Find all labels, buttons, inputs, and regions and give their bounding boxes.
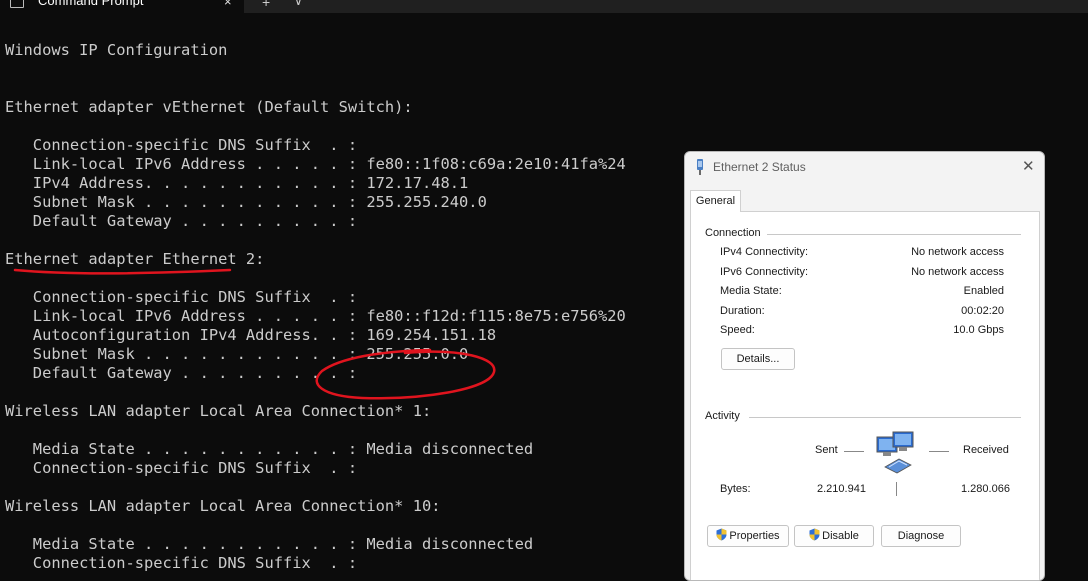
dialog-title: Ethernet 2 Status (713, 160, 806, 174)
disable-button[interactable]: Disable (794, 525, 874, 547)
connection-row-label: IPv6 Connectivity: (720, 265, 809, 278)
properties-label: Properties (729, 530, 780, 542)
terminal-line: Default Gateway . . . . . . . . . : (5, 212, 358, 230)
terminal-line: Connection-specific DNS Suffix . : (5, 136, 358, 154)
terminal-line: Connection-specific DNS Suffix . : (5, 459, 358, 477)
details-button[interactable]: Details... (721, 348, 795, 370)
ethernet-status-dialog: Ethernet 2 Status ✕ General Connection I… (684, 151, 1045, 581)
connection-row-label: Speed: (720, 324, 755, 336)
terminal-line: Link-local IPv6 Address . . . . . : fe80… (5, 307, 626, 325)
connection-row-value: No network access (911, 246, 1004, 258)
activity-heading: Activity (705, 410, 740, 422)
connection-row-label: Duration: (720, 304, 765, 317)
properties-button[interactable]: Properties (707, 525, 789, 547)
general-tab-panel: Connection IPv4 Connectivity: No network … (690, 211, 1040, 580)
terminal-line: Ethernet adapter vEthernet (Default Swit… (5, 98, 413, 116)
connection-row-value: Enabled (963, 285, 1004, 297)
connection-row-value: 10.0 Gbps (953, 324, 1004, 336)
terminal-line: Windows IP Configuration (5, 41, 228, 59)
uac-shield-icon (716, 528, 727, 541)
bytes-label: Bytes: (720, 483, 751, 495)
sent-line (844, 451, 864, 452)
terminal-line: Media State . . . . . . . . . . . : Medi… (5, 440, 534, 458)
terminal-icon (10, 0, 24, 8)
terminal-line: Subnet Mask . . . . . . . . . . . : 255.… (5, 193, 487, 211)
bytes-separator (896, 482, 897, 496)
received-line (929, 451, 949, 452)
terminal-line: Autoconfiguration IPv4 Address. . : 169.… (5, 326, 497, 344)
diagnose-button[interactable]: Diagnose (881, 525, 961, 547)
terminal-line: Media State . . . . . . . . . . . : Medi… (5, 535, 534, 553)
terminal-line: Wireless LAN adapter Local Area Connecti… (5, 497, 441, 515)
tab-general[interactable]: General (690, 190, 741, 212)
terminal-line: Ethernet adapter Ethernet 2: (5, 250, 265, 268)
connection-row-label: Media State: (720, 285, 782, 297)
network-computers-icon (876, 431, 914, 474)
terminal-tab-bar: Command Prompt × + ∨ (0, 0, 1088, 13)
connection-row-value: No network access (911, 265, 1004, 278)
tab-command-prompt[interactable]: Command Prompt × (0, 0, 244, 13)
received-label: Received (963, 444, 1009, 456)
bytes-received-value: 1.280.066 (961, 483, 1010, 495)
connection-row-value: 00:02:20 (961, 304, 1004, 317)
connection-divider (767, 234, 1021, 235)
tab-title: Command Prompt (38, 0, 144, 8)
terminal-line: Subnet Mask . . . . . . . . . . . : 255.… (5, 345, 469, 363)
terminal-line: IPv4 Address. . . . . . . . . . . : 172.… (5, 174, 469, 192)
network-adapter-icon (697, 159, 703, 175)
disable-label: Disable (822, 530, 859, 542)
bytes-sent-value: 2.210.941 (817, 483, 866, 495)
terminal-line: Connection-specific DNS Suffix . : (5, 554, 358, 572)
terminal-line: Wireless LAN adapter Local Area Connecti… (5, 402, 432, 420)
sent-label: Sent (815, 444, 838, 456)
tab-close-button[interactable]: × (224, 0, 232, 9)
terminal-output[interactable]: Windows IP Configuration Ethernet adapter… (5, 41, 626, 573)
close-icon[interactable]: ✕ (1022, 157, 1035, 175)
tab-dropdown-button[interactable]: ∨ (294, 0, 303, 8)
terminal-line: Default Gateway . . . . . . . . . : (5, 364, 358, 382)
terminal-line: Connection-specific DNS Suffix . : (5, 288, 358, 306)
new-tab-button[interactable]: + (262, 0, 270, 10)
uac-shield-icon (809, 528, 820, 541)
connection-heading: Connection (705, 227, 761, 239)
activity-divider (749, 417, 1021, 418)
terminal-line: Link-local IPv6 Address . . . . . : fe80… (5, 155, 626, 173)
connection-row-label: IPv4 Connectivity: (720, 246, 809, 258)
